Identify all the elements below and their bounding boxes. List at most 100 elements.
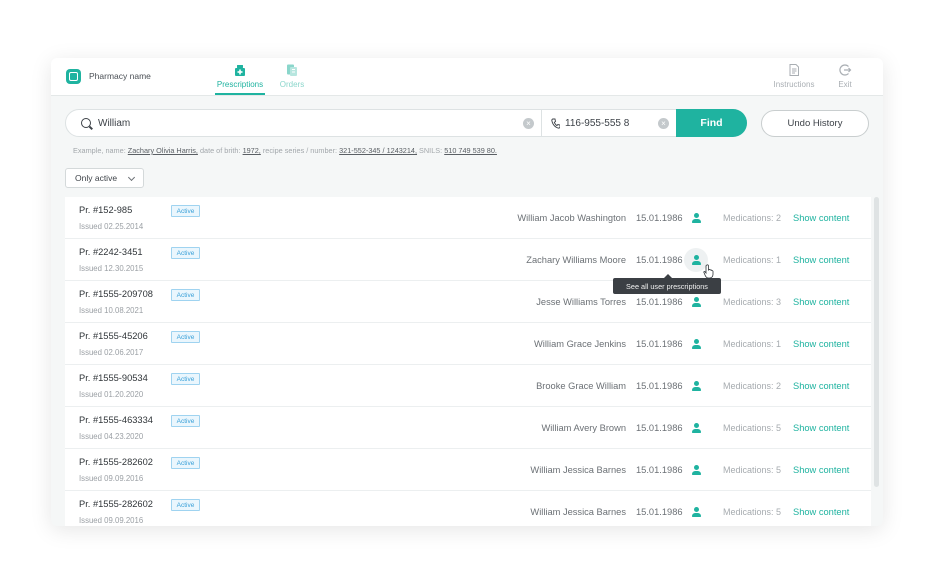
- prescription-number: Pr. #1555-209708: [79, 289, 153, 299]
- exit-button[interactable]: Exit: [835, 63, 855, 89]
- list-scrollbar[interactable]: [874, 197, 879, 487]
- table-row[interactable]: Pr. #152-985 Issued 02.25.2014 Active Willi…: [65, 197, 871, 239]
- undo-history-button[interactable]: Undo History: [761, 110, 869, 137]
- example-series-link[interactable]: 321-552-345 / 1243214,: [339, 146, 417, 155]
- patient-name: William Jessica Barnes: [530, 507, 626, 517]
- issued-date: Issued 04.23.2020: [79, 432, 144, 441]
- birth-date: 15.01.1986: [636, 507, 683, 517]
- hand-cursor-icon: [703, 264, 714, 279]
- birth-date: 15.01.1986: [636, 255, 683, 265]
- table-row[interactable]: Pr. #1555-282602 Issued 09.09.2016 Active W…: [65, 449, 871, 491]
- active-tab-indicator: [215, 93, 265, 95]
- search-icon: [81, 118, 91, 128]
- example-dob-label: date of brith:: [199, 146, 241, 155]
- status-badge: Active: [171, 331, 200, 343]
- patient-name: William Jessica Barnes: [530, 465, 626, 475]
- issued-date: Issued 10.08.2021: [79, 306, 144, 315]
- prescription-icon: [235, 65, 245, 76]
- status-badge: Active: [171, 415, 200, 427]
- medications-count: Medications: 2: [723, 213, 782, 223]
- phone-input[interactable]: 116-955-555 8: [565, 118, 629, 129]
- orders-icon: [287, 64, 297, 76]
- example-snils-link[interactable]: 510 749 539 80.: [444, 146, 497, 155]
- prescription-number: Pr. #2242-3451: [79, 247, 143, 257]
- table-row[interactable]: Pr. #1555-90534 Issued 01.20.2020 Active Br…: [65, 365, 871, 407]
- user-icon[interactable]: [689, 379, 703, 393]
- user-icon[interactable]: [689, 295, 703, 309]
- prescription-list: Pr. #152-985 Issued 02.25.2014 Active Willi…: [65, 197, 871, 526]
- user-icon[interactable]: [689, 421, 703, 435]
- prescription-number: Pr. #1555-463334: [79, 415, 153, 425]
- show-content-link[interactable]: Show content: [793, 381, 849, 391]
- issued-date: Issued 09.09.2016: [79, 474, 144, 483]
- tab-orders-label: Orders: [279, 80, 305, 89]
- status-badge: Active: [171, 457, 200, 469]
- show-content-link[interactable]: Show content: [793, 465, 849, 475]
- pharmacy-logo-icon: [66, 69, 81, 84]
- status-badge: Active: [171, 373, 200, 385]
- show-content-link[interactable]: Show content: [793, 507, 849, 517]
- user-icon[interactable]: [689, 463, 703, 477]
- search-input[interactable]: William: [98, 118, 130, 129]
- status-filter-value: Only active: [75, 173, 118, 183]
- search-divider: [541, 110, 542, 136]
- table-row[interactable]: Pr. #1555-45206 Issued 02.06.2017 Active Wi…: [65, 323, 871, 365]
- tab-orders[interactable]: Orders: [277, 63, 307, 89]
- issued-date: Issued 02.25.2014: [79, 222, 144, 231]
- table-row[interactable]: Pr. #2242-3451 Issued 12.30.2015 Active Zac…: [65, 239, 871, 281]
- example-name-link[interactable]: Zachary Olivia Harris,: [128, 146, 198, 155]
- birth-date: 15.01.1986: [636, 465, 683, 475]
- chevron-down-icon: [127, 173, 136, 182]
- table-row[interactable]: Pr. #1555-463334 Issued 04.23.2020 Active W…: [65, 407, 871, 449]
- find-button[interactable]: Find: [676, 109, 747, 137]
- example-dob-link[interactable]: 1972,: [243, 146, 261, 155]
- show-content-link[interactable]: Show content: [793, 213, 849, 223]
- clear-search-icon[interactable]: ×: [523, 118, 534, 129]
- user-icon[interactable]: [689, 337, 703, 351]
- document-icon: [789, 64, 799, 76]
- medications-count: Medications: 5: [723, 465, 782, 475]
- prescription-number: Pr. #1555-90534: [79, 373, 148, 383]
- status-badge: Active: [171, 247, 200, 259]
- status-badge: Active: [171, 205, 200, 217]
- birth-date: 15.01.1986: [636, 423, 683, 433]
- birth-date: 15.01.1986: [636, 381, 683, 391]
- user-prescriptions-tooltip: See all user prescriptions: [613, 274, 721, 294]
- user-icon[interactable]: [689, 505, 703, 519]
- example-series-label: recipe series / number:: [262, 146, 338, 155]
- example-snils-label: SNILS:: [419, 146, 443, 155]
- instructions-button[interactable]: Instructions: [769, 63, 819, 89]
- birth-date: 15.01.1986: [636, 213, 683, 223]
- show-content-link[interactable]: Show content: [793, 423, 849, 433]
- phone-icon: [551, 118, 560, 129]
- prescription-number: Pr. #152-985: [79, 205, 133, 215]
- issued-date: Issued 02.06.2017: [79, 348, 144, 357]
- show-content-link[interactable]: Show content: [793, 255, 849, 265]
- status-filter-dropdown[interactable]: Only active: [65, 168, 144, 188]
- show-content-link[interactable]: Show content: [793, 339, 849, 349]
- patient-name: William Jacob Washington: [517, 213, 626, 223]
- app-window: Pharmacy name Prescriptions Orders Instr…: [51, 58, 883, 526]
- birth-date: 15.01.1986: [636, 339, 683, 349]
- prescription-number: Pr. #1555-282602: [79, 457, 153, 467]
- medications-count: Medications: 1: [723, 339, 782, 349]
- tab-prescriptions[interactable]: Prescriptions: [215, 63, 265, 89]
- table-row[interactable]: Pr. #1555-209708 Issued 10.08.2021 Active J…: [65, 281, 871, 323]
- prescription-number: Pr. #1555-45206: [79, 331, 148, 341]
- patient-name: William Grace Jenkins: [534, 339, 626, 349]
- medications-count: Medications: 2: [723, 381, 782, 391]
- prescription-number: Pr. #1555-282602: [79, 499, 153, 509]
- search-bar[interactable]: William × 116-955-555 8 ×: [65, 109, 747, 137]
- exit-label: Exit: [838, 80, 852, 89]
- user-icon[interactable]: [689, 211, 703, 225]
- clear-phone-icon[interactable]: ×: [658, 118, 669, 129]
- search-example-hint: Example, name: Zachary Olivia Harris, da…: [73, 146, 497, 155]
- patient-name: Jesse Williams Torres: [536, 297, 626, 307]
- show-content-link[interactable]: Show content: [793, 297, 849, 307]
- medications-count: Medications: 3: [723, 297, 782, 307]
- patient-name: William Avery Brown: [541, 423, 626, 433]
- medications-count: Medications: 1: [723, 255, 782, 265]
- table-row[interactable]: Pr. #1555-282602 Issued 09.09.2016 Active W…: [65, 491, 871, 526]
- instructions-label: Instructions: [773, 80, 815, 89]
- top-bar: Pharmacy name Prescriptions Orders Instr…: [51, 58, 883, 96]
